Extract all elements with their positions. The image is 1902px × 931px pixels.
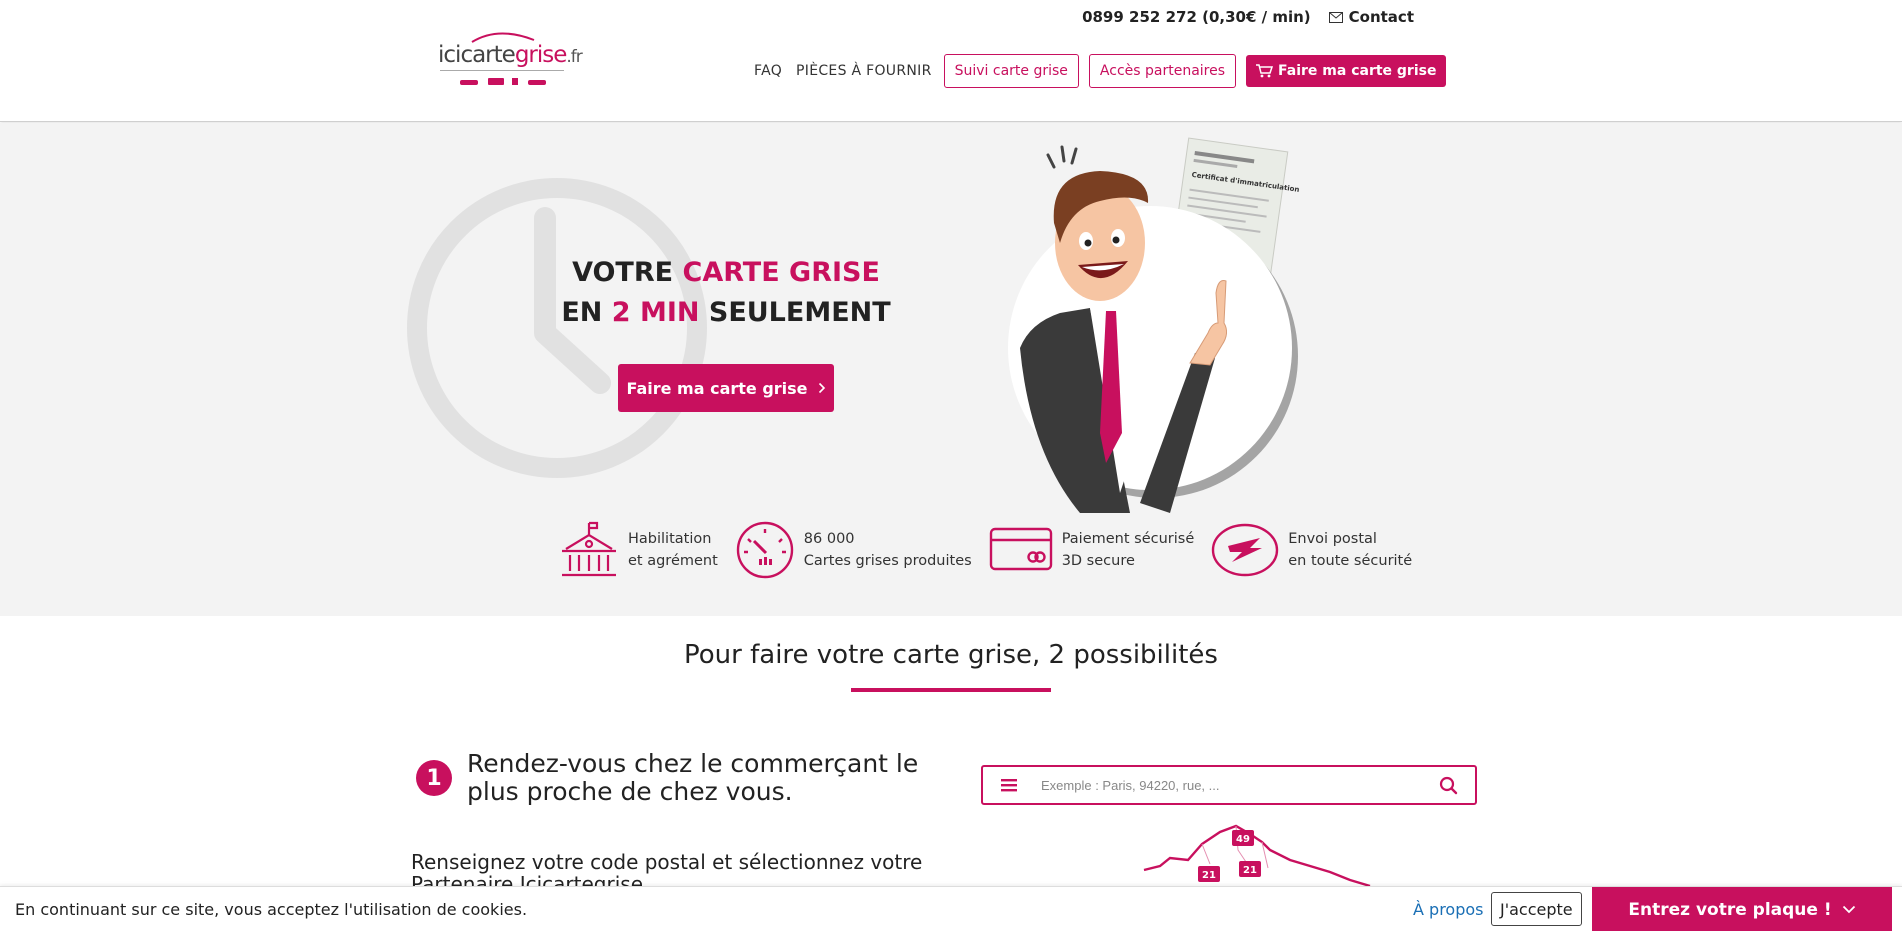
step-number-badge: 1 bbox=[416, 760, 452, 796]
section-underline bbox=[851, 688, 1051, 692]
plate-label: Entrez votre plaque ! bbox=[1628, 899, 1832, 920]
logo-part: .fr bbox=[566, 47, 582, 67]
cookie-text: En continuant sur ce site, vous acceptez… bbox=[15, 900, 528, 919]
nav-pieces[interactable]: PIÈCES À FOURNIR bbox=[794, 63, 934, 79]
contact-link[interactable]: Contact bbox=[1328, 8, 1414, 26]
logo-divider bbox=[440, 70, 564, 71]
svg-text:49: 49 bbox=[1236, 834, 1250, 845]
feature-line: Cartes grises produites bbox=[803, 553, 972, 569]
enter-plate-button[interactable]: Entrez votre plaque ! bbox=[1592, 887, 1892, 931]
chevron-right-icon bbox=[818, 382, 825, 394]
logo-text: icicartegrise.fr bbox=[438, 42, 583, 68]
feature-line: 3D secure bbox=[1061, 553, 1135, 569]
mail-icon bbox=[1328, 11, 1343, 23]
contact-label: Contact bbox=[1348, 8, 1414, 26]
speedometer-icon bbox=[736, 521, 793, 579]
feature-cartes-produites: 86 000 Cartes grises produites bbox=[734, 519, 972, 581]
menu-icon[interactable] bbox=[983, 775, 1041, 795]
cookie-about-link[interactable]: À propos bbox=[1413, 900, 1483, 919]
partner-search-bar bbox=[981, 765, 1477, 805]
phone-number[interactable]: 0899 252 272 (0,30€ / min) bbox=[1082, 8, 1311, 26]
main-nav: FAQ PIÈCES À FOURNIR Suivi carte grise A… bbox=[752, 54, 1447, 88]
hero-title: VOTRE CARTE GRISE EN 2 MIN SEULEMENT bbox=[520, 253, 932, 333]
hero-cta-label: Faire ma carte grise bbox=[626, 378, 808, 398]
acces-partenaires-button[interactable]: Accès partenaires bbox=[1088, 54, 1237, 88]
hero-cta-button[interactable]: Faire ma carte grise bbox=[618, 364, 834, 412]
cookie-accept-button[interactable]: J'accepte bbox=[1491, 892, 1582, 926]
cart-icon bbox=[1256, 64, 1274, 78]
section-title: Pour faire votre carte grise, 2 possibil… bbox=[684, 640, 1218, 670]
logo-part: ici bbox=[438, 42, 461, 68]
search-input[interactable] bbox=[1041, 767, 1427, 803]
map-badge[interactable]: 21 bbox=[1239, 861, 1261, 877]
map-badge[interactable]: 21 bbox=[1198, 866, 1220, 882]
feature-line: Paiement sécurisé bbox=[1061, 531, 1195, 547]
feature-line: 86 000 bbox=[803, 531, 855, 547]
feature-line: et agrément bbox=[628, 553, 718, 569]
hero-text: SEULEMENT bbox=[699, 297, 891, 328]
hero-section: VOTRE CARTE GRISE EN 2 MIN SEULEMENT Fai… bbox=[0, 123, 1902, 616]
site-header: icicartegrise.fr 0899 252 272 (0,30€ / m… bbox=[0, 0, 1902, 122]
features-row: Habilitation et agrément 86 000 Cartes gri… bbox=[558, 519, 1412, 581]
logo-part: carte bbox=[460, 42, 515, 68]
search-icon[interactable] bbox=[1427, 775, 1475, 795]
nav-faq[interactable]: FAQ bbox=[752, 63, 784, 79]
hero-text-accent: CARTE GRISE bbox=[682, 257, 880, 288]
cookie-banner: En continuant sur ce site, vous acceptez… bbox=[0, 886, 1902, 931]
hero-text: VOTRE bbox=[572, 257, 683, 288]
feature-envoi: Envoi postal en toute sécurité bbox=[1210, 519, 1412, 581]
government-building-icon bbox=[562, 521, 616, 577]
svg-text:21: 21 bbox=[1202, 870, 1216, 881]
feature-habilitation: Habilitation et agrément bbox=[558, 519, 718, 581]
feature-line: en toute sécurité bbox=[1288, 553, 1413, 569]
hero-text: EN bbox=[561, 297, 612, 328]
france-map[interactable]: 49 21 21 bbox=[1140, 820, 1380, 890]
faire-carte-grise-button[interactable]: Faire ma carte grise bbox=[1246, 55, 1447, 87]
hero-text-accent: 2 MIN bbox=[611, 297, 700, 328]
suivi-button[interactable]: Suivi carte grise bbox=[943, 54, 1079, 88]
feature-line: Envoi postal bbox=[1288, 531, 1377, 547]
clock-icon bbox=[407, 178, 707, 478]
la-poste-icon bbox=[1212, 523, 1279, 577]
faire-label: Faire ma carte grise bbox=[1278, 63, 1437, 79]
mascot-illustration: Certificat d'immatriculation bbox=[1008, 137, 1300, 513]
step-title: Rendez-vous chez le commerçant le plus p… bbox=[467, 749, 919, 806]
logo-part: grise bbox=[514, 42, 568, 68]
map-badge[interactable]: 49 bbox=[1232, 830, 1254, 846]
site-logo[interactable]: icicartegrise.fr bbox=[438, 28, 583, 92]
credit-card-icon bbox=[989, 527, 1052, 571]
top-contact-row: 0899 252 272 (0,30€ / min) Contact bbox=[1082, 8, 1414, 26]
feature-paiement: Paiement sécurisé 3D secure bbox=[988, 519, 1195, 581]
feature-line: Habilitation bbox=[628, 531, 712, 547]
chevron-down-icon bbox=[1842, 905, 1855, 914]
svg-text:21: 21 bbox=[1243, 865, 1257, 876]
